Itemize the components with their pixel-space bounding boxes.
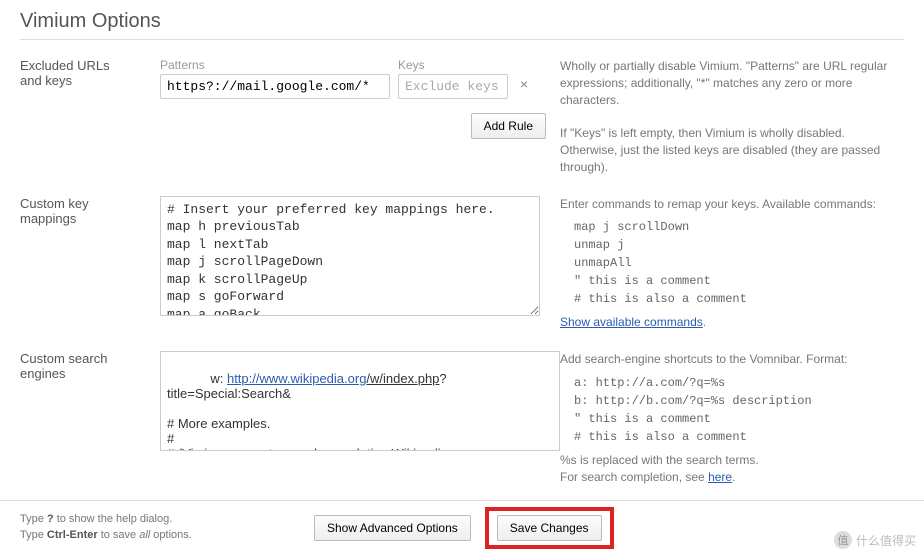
search-engines-textarea[interactable]: w: http://www.wikipedia.org/w/index.php?… (160, 351, 560, 451)
engines-help-code: a: http://a.com/?q=%s b: http://b.com/?q… (574, 374, 904, 446)
pattern-input[interactable] (160, 74, 390, 99)
excluded-help-2: If "Keys" is left empty, then Vimium is … (560, 125, 904, 175)
watermark-icon: 值 (834, 531, 852, 549)
excluded-help-1: Wholly or partially disable Vimium. "Pat… (560, 58, 904, 108)
show-advanced-button[interactable]: Show Advanced Options (314, 515, 471, 541)
engines-label-1: Custom search (20, 351, 107, 366)
page-title: Vimium Options (20, 10, 904, 40)
engines-label-2: engines (20, 366, 66, 381)
save-changes-button[interactable]: Save Changes (497, 515, 602, 541)
key-mappings-textarea[interactable] (160, 196, 540, 316)
keys-header: Keys (398, 58, 508, 72)
here-link[interactable]: here (708, 470, 732, 484)
excluded-label-1: Excluded URLs (20, 58, 110, 73)
add-rule-button[interactable]: Add Rule (471, 113, 546, 139)
keys-input[interactable] (398, 74, 508, 99)
mappings-label-1: Custom key (20, 196, 89, 211)
save-highlight: Save Changes (485, 507, 614, 549)
excluded-label-2: and keys (20, 73, 72, 88)
watermark-text: 什么值得买 (856, 532, 916, 549)
remove-rule-icon[interactable]: × (516, 72, 532, 96)
patterns-header: Patterns (160, 58, 390, 72)
watermark: 值 什么值得买 (834, 531, 916, 549)
mappings-label-2: mappings (20, 211, 76, 226)
footer-help-text: Type ? to show the help dialog. Type Ctr… (20, 512, 300, 543)
mappings-help: Enter commands to remap your keys. Avail… (560, 196, 904, 213)
wiki-host-link[interactable]: http://www.wikipedia.org (227, 371, 366, 386)
show-commands-link[interactable]: Show available commands (560, 315, 703, 329)
engines-help: Add search-engine shortcuts to the Vomni… (560, 351, 904, 368)
engines-help-out1: %s is replaced with the search terms. (560, 452, 904, 469)
mappings-help-code: map j scrollDown unmap j unmapAll " this… (574, 218, 904, 308)
